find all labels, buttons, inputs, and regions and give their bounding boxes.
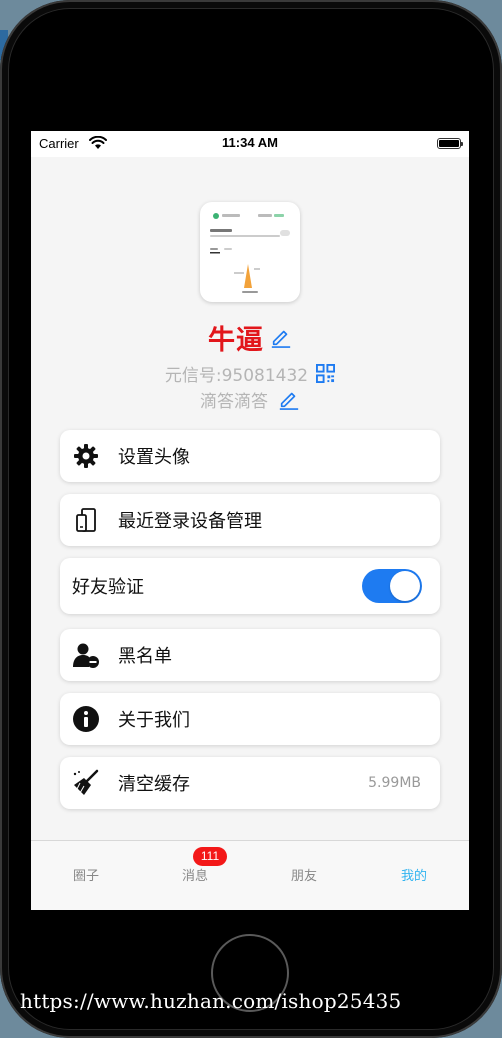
edit-signature-icon[interactable] [278, 388, 300, 410]
status-time: 11:34 AM [222, 135, 278, 150]
tab-bar: 圈子 消息 朋友 我的 111 [31, 840, 469, 910]
devices-label: 最近登录设备管理 [118, 511, 262, 532]
blacklist-item[interactable]: 黑名单 [60, 629, 440, 681]
battery-icon [437, 138, 463, 149]
about-label: 关于我们 [118, 710, 190, 731]
clear-cache-item[interactable]: 清空缓存 5.99MB [60, 757, 440, 809]
signature-row: 滴答滴答 [31, 386, 469, 412]
info-icon [73, 706, 99, 732]
app-screen: Carrier 11:34 AM 牛逼 元信号:95081432 滴答滴答 设置… [31, 131, 469, 910]
qr-code-icon[interactable] [316, 363, 336, 383]
gear-icon [74, 444, 98, 468]
friend-verify-label: 好友验证 [72, 577, 144, 598]
clear-cache-label: 清空缓存 [118, 774, 190, 795]
set-avatar-item[interactable]: 设置头像 [60, 430, 440, 482]
devices-icon [76, 508, 96, 532]
user-block-icon [73, 643, 99, 668]
about-item[interactable]: 关于我们 [60, 693, 440, 745]
user-id: 元信号:95081432 [164, 365, 309, 386]
broom-icon [73, 769, 99, 795]
edit-nickname-icon[interactable] [270, 326, 292, 348]
friend-verify-item: 好友验证 [60, 558, 440, 614]
status-bar: Carrier 11:34 AM [31, 131, 469, 157]
tab-messages[interactable]: 消息 [140, 865, 250, 884]
avatar[interactable] [200, 202, 300, 302]
signature: 滴答滴答 [200, 391, 268, 412]
tab-circle[interactable]: 圈子 [31, 865, 141, 884]
friend-verify-toggle[interactable] [362, 569, 422, 603]
watermark-text: https://www.huzhan.com/ishop25435 [20, 989, 402, 1013]
tab-friends[interactable]: 朋友 [249, 865, 359, 884]
nickname: 牛逼 [208, 324, 264, 356]
avatar-image [210, 213, 290, 293]
set-avatar-label: 设置头像 [118, 447, 190, 468]
id-row: 元信号:95081432 [31, 360, 469, 386]
cache-size: 5.99MB [368, 775, 421, 791]
tab-mine[interactable]: 我的 [359, 865, 469, 884]
message-badge: 111 [193, 847, 227, 866]
devices-item[interactable]: 最近登录设备管理 [60, 494, 440, 546]
nickname-row: 牛逼 [31, 320, 469, 356]
blacklist-label: 黑名单 [118, 646, 172, 667]
